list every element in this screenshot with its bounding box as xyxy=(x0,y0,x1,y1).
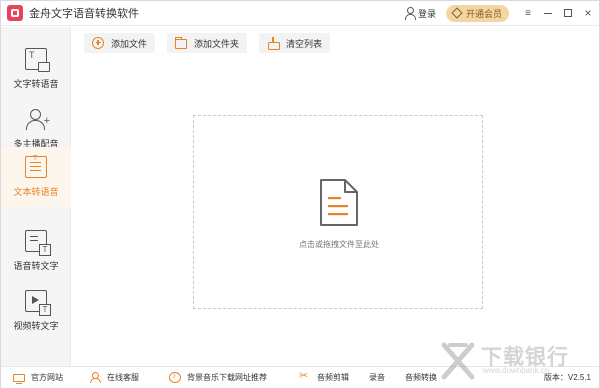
menu-icon: ≡ xyxy=(525,7,531,19)
document-text-icon xyxy=(25,155,47,178)
add-file-label: 添加文件 xyxy=(111,38,148,49)
watermark-url: www.downbank.cn xyxy=(483,366,550,375)
online-service-label: 在线客服 xyxy=(107,373,139,382)
sidebar-item-label: 文字转语音 xyxy=(13,79,59,89)
sidebar-item-label: 视频转文字 xyxy=(13,321,59,331)
title-bar-actions: 登录 开通会员 ≡ × xyxy=(404,1,599,26)
monitor-icon xyxy=(13,373,25,384)
menu-button[interactable]: ≡ xyxy=(519,4,537,22)
maximize-button[interactable] xyxy=(559,4,577,22)
add-folder-button[interactable]: 添加文件夹 xyxy=(167,33,248,53)
audio-edit-label: 音频剪辑 xyxy=(317,373,349,382)
clear-list-button[interactable]: 清空列表 xyxy=(259,33,331,53)
audio-convert-label: 音频转换 xyxy=(405,373,437,382)
sidebar-item-video-to-text[interactable]: 视频转文字 xyxy=(1,281,71,341)
audio-convert-link[interactable]: 音频转换 xyxy=(405,372,437,383)
login-label: 登录 xyxy=(417,8,436,19)
close-icon: × xyxy=(584,6,592,20)
close-button[interactable]: × xyxy=(579,4,597,22)
voice-to-text-icon xyxy=(25,230,51,256)
audio-edit-link[interactable]: 音频剪辑 xyxy=(299,369,349,383)
vip-label: 开通会员 xyxy=(465,8,502,19)
person-add-icon: + xyxy=(25,108,50,130)
sidebar-item-label: 语音转文字 xyxy=(13,261,59,271)
maximize-icon xyxy=(564,9,572,17)
official-website-link[interactable]: 官方网站 xyxy=(13,372,63,384)
plus-circle-icon xyxy=(92,37,104,49)
video-to-text-icon xyxy=(25,290,51,316)
login-button[interactable]: 登录 xyxy=(404,7,436,20)
clear-list-label: 清空列表 xyxy=(286,38,323,49)
app-title: 金舟文字语音转换软件 xyxy=(29,8,139,20)
customer-service-icon xyxy=(89,372,101,383)
document-icon xyxy=(318,178,360,228)
drop-hint-text: 点击或拖拽文件至此处 xyxy=(299,240,379,249)
sidebar-item-speech-to-text[interactable]: 语音转文字 xyxy=(1,221,71,281)
text-file-icon xyxy=(25,48,50,72)
broom-icon xyxy=(267,37,281,50)
sidebar-item-document-to-speech[interactable]: 文本转语音 xyxy=(1,147,71,207)
sidebar-item-label: 文本转语音 xyxy=(13,187,59,197)
watermark-logo-icon xyxy=(441,342,475,380)
file-drop-zone[interactable]: 点击或拖拽文件至此处 xyxy=(193,115,483,309)
music-download-label: 背景音乐下载网址推荐 xyxy=(187,373,267,382)
vip-button[interactable]: 开通会员 xyxy=(445,4,509,22)
official-website-label: 官方网站 xyxy=(31,373,63,382)
scissors-icon xyxy=(299,369,311,383)
record-link[interactable]: 录音 xyxy=(369,372,385,383)
app-window: 金舟文字语音转换软件 登录 开通会员 ≡ × T 文字转语音 + 多主播配音 T… xyxy=(0,0,600,388)
add-folder-label: 添加文件夹 xyxy=(194,38,240,49)
online-service-link[interactable]: 在线客服 xyxy=(89,372,139,383)
toolbar: 添加文件 添加文件夹 清空列表 xyxy=(72,27,599,59)
minimize-button[interactable] xyxy=(539,4,557,22)
user-icon xyxy=(404,7,416,20)
folder-icon xyxy=(174,37,188,49)
music-icon xyxy=(169,371,181,383)
app-logo-icon xyxy=(7,5,23,21)
watermark: 下载银行 www.downbank.cn xyxy=(441,339,591,385)
record-label: 录音 xyxy=(369,373,385,382)
sidebar-item-text-to-speech[interactable]: 文字转语音 xyxy=(1,39,71,99)
diamond-icon xyxy=(451,7,463,19)
minimize-icon xyxy=(544,12,552,14)
title-bar: 金舟文字语音转换软件 登录 开通会员 ≡ × xyxy=(1,1,599,26)
sidebar: 文字转语音 + 多主播配音 文本转语音 语音转文字 视频转文字 xyxy=(1,27,71,366)
add-file-button[interactable]: 添加文件 xyxy=(84,33,156,53)
music-download-link[interactable]: 背景音乐下载网址推荐 xyxy=(169,371,267,383)
